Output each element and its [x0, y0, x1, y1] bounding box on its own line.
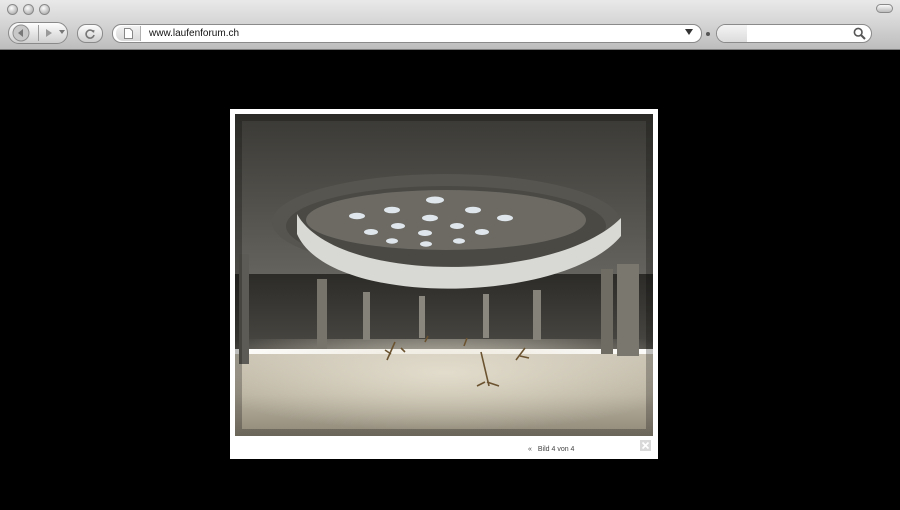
- close-icon[interactable]: [640, 440, 651, 451]
- back-arrow-icon: [12, 24, 30, 42]
- history-chevron-down-icon[interactable]: [59, 30, 65, 35]
- browser-toolbar: www.laufenforum.ch: [0, 0, 900, 50]
- back-button[interactable]: [11, 24, 31, 42]
- minimize-window-button[interactable]: [23, 4, 34, 15]
- address-chevron-down-icon[interactable]: [685, 29, 693, 35]
- page-document-icon: [116, 26, 141, 41]
- navigation-buttons: [8, 22, 68, 44]
- close-window-button[interactable]: [7, 4, 18, 15]
- previous-image-link[interactable]: «: [528, 446, 532, 453]
- search-engine-selector[interactable]: [717, 25, 747, 42]
- address-bar[interactable]: www.laufenforum.ch: [112, 24, 702, 43]
- url-text[interactable]: www.laufenforum.ch: [149, 28, 239, 39]
- search-input[interactable]: [716, 24, 872, 43]
- zoom-window-button[interactable]: [39, 4, 50, 15]
- image-counter-text: Bild 4 von 4: [537, 446, 575, 453]
- lightbox-frame: « Bild 4 von 4: [230, 109, 658, 459]
- reload-button[interactable]: [77, 24, 103, 43]
- image-counter: « Bild 4 von 4: [528, 446, 574, 453]
- toolbar-divider-dot: [706, 32, 710, 36]
- search-icon[interactable]: [853, 27, 866, 40]
- forward-arrow-icon: [46, 29, 52, 37]
- photo-underground-hall[interactable]: [235, 114, 653, 436]
- toolbar-toggle-button[interactable]: [876, 4, 893, 13]
- reload-icon: [85, 28, 95, 39]
- forward-button[interactable]: [39, 24, 59, 42]
